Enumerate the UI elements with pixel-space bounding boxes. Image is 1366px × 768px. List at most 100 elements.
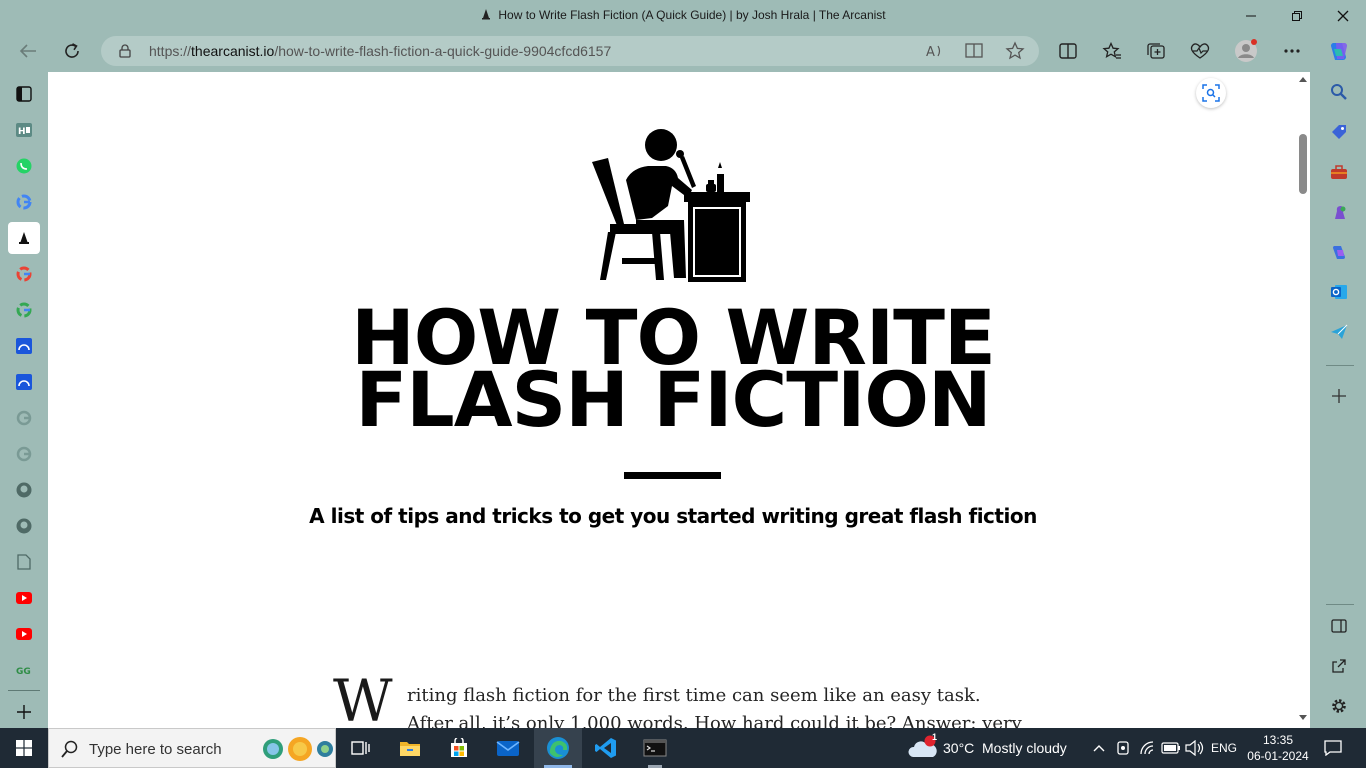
sidebar-outlook-button[interactable] <box>1324 277 1354 307</box>
tab-dashboard-2[interactable] <box>8 366 40 398</box>
tab-document[interactable] <box>8 546 40 578</box>
file-explorer-button[interactable] <box>390 728 430 768</box>
split-screen-button[interactable] <box>1053 36 1083 66</box>
tab-geeksforgeeks[interactable]: GG <box>8 654 40 686</box>
scroll-down-arrow-icon[interactable] <box>1298 714 1308 722</box>
vscode-icon <box>595 738 616 758</box>
sidebar-tools-button[interactable] <box>1324 157 1354 187</box>
notifications-button[interactable] <box>1318 728 1348 768</box>
weather-description: Mostly cloudy <box>982 740 1067 756</box>
clock-button[interactable]: 13:35 06-01-2024 <box>1244 728 1312 768</box>
weather-widget[interactable]: 1 30°C Mostly cloudy <box>908 728 1078 768</box>
vscode-button[interactable] <box>586 728 626 768</box>
network-button[interactable] <box>1138 728 1158 768</box>
star-icon <box>1005 41 1025 60</box>
toolbox-icon <box>1331 165 1347 179</box>
edge-browser-icon <box>547 737 569 759</box>
terminal-icon <box>643 739 667 757</box>
store-icon <box>451 738 467 757</box>
collections-button[interactable] <box>1141 36 1171 66</box>
sidebar-shopping-button[interactable] <box>1324 117 1354 147</box>
minimize-button[interactable] <box>1228 0 1274 32</box>
tab-github-2[interactable] <box>8 510 40 542</box>
copilot-button[interactable] <box>1324 36 1354 66</box>
start-button[interactable] <box>0 728 48 768</box>
google-g-faded-icon <box>16 410 32 426</box>
page-content: HOW TO WRITE FLASH FICTION A list of tip… <box>48 72 1310 728</box>
copilot-small-icon <box>1332 246 1345 259</box>
read-aloud-button[interactable]: A <box>925 42 943 64</box>
youtube-icon <box>16 592 32 604</box>
tab-google-2[interactable] <box>8 258 40 290</box>
tab-google-3[interactable] <box>8 294 40 326</box>
task-view-icon <box>351 741 370 755</box>
vertical-tabs-sidebar: H GG <box>0 74 47 728</box>
clock-time: 13:35 <box>1262 733 1294 747</box>
mail-button[interactable] <box>488 728 528 768</box>
tab-google-4[interactable] <box>8 402 40 434</box>
sidebar-games-button[interactable] <box>1324 197 1354 227</box>
scroll-thumb[interactable] <box>1299 134 1307 194</box>
new-tab-button[interactable] <box>8 696 40 728</box>
dashboard-favicon-icon <box>16 374 32 390</box>
url-text[interactable]: https://thearcanist.io/how-to-write-flas… <box>149 43 611 59</box>
microsoft-store-button[interactable] <box>439 728 479 768</box>
tab-google-5[interactable] <box>8 438 40 470</box>
lock-icon[interactable] <box>119 44 131 58</box>
folder-icon <box>400 742 420 756</box>
tab-whatsapp[interactable] <box>8 150 40 182</box>
wifi-icon <box>1140 741 1154 755</box>
edge-taskbar-button[interactable] <box>534 728 582 768</box>
settings-more-button[interactable] <box>1277 36 1307 66</box>
open-external-button[interactable] <box>1324 651 1354 681</box>
back-button[interactable] <box>13 36 43 66</box>
tab-google-1[interactable] <box>8 186 40 218</box>
taskbar-search-box[interactable]: Type here to search <box>48 728 336 768</box>
scroll-up-arrow-icon[interactable] <box>1298 75 1308 83</box>
sidebar-telegram-button[interactable] <box>1324 317 1354 347</box>
tab-youtube-1[interactable] <box>8 582 40 614</box>
browser-essentials-button[interactable] <box>1185 36 1215 66</box>
tab-youtube-2[interactable] <box>8 618 40 650</box>
document-icon <box>17 554 31 570</box>
window-title-text: How to Write Flash Fiction (A Quick Guid… <box>498 8 886 22</box>
immersive-reader-icon <box>965 43 983 58</box>
show-hidden-icons-button[interactable] <box>1090 728 1108 768</box>
terminal-button[interactable] <box>634 728 676 768</box>
tab-actions-button[interactable] <box>8 78 40 110</box>
hide-sidebar-button[interactable] <box>1324 611 1354 641</box>
favorites-star-icon <box>1102 42 1121 59</box>
profile-button[interactable] <box>1231 36 1261 66</box>
meet-now-button[interactable] <box>1114 728 1132 768</box>
sidebar-add-button[interactable] <box>1324 381 1354 411</box>
favorites-button[interactable] <box>1097 36 1127 66</box>
svg-text:A: A <box>926 45 935 60</box>
address-bar[interactable]: https://thearcanist.io/how-to-write-flas… <box>101 36 1039 66</box>
restore-button[interactable] <box>1274 0 1320 32</box>
visual-search-icon <box>1202 84 1220 102</box>
refresh-button[interactable] <box>57 36 87 66</box>
tab-dashboard-1[interactable] <box>8 330 40 362</box>
sidebar-settings-button[interactable] <box>1324 691 1354 721</box>
sidebar-search-button[interactable] <box>1324 77 1354 107</box>
edge-sidebar <box>1316 74 1366 728</box>
volume-button[interactable] <box>1184 728 1206 768</box>
favorite-button[interactable] <box>1005 41 1025 65</box>
visual-search-button[interactable] <box>1196 78 1226 108</box>
tab-sheets[interactable]: H <box>8 114 40 146</box>
battery-button[interactable] <box>1160 728 1182 768</box>
page-scrollbar[interactable] <box>1296 72 1310 728</box>
weather-badge: 1 <box>932 732 938 742</box>
sidebar-copilot-button[interactable] <box>1324 237 1354 267</box>
input-language-button[interactable]: ENG <box>1206 728 1242 768</box>
tab-actions-icon <box>16 86 32 102</box>
tab-github-1[interactable] <box>8 474 40 506</box>
close-window-button[interactable] <box>1320 0 1366 32</box>
task-view-button[interactable] <box>340 728 380 768</box>
google-g-icon <box>16 266 32 282</box>
window-title: How to Write Flash Fiction (A Quick Guid… <box>0 8 1366 22</box>
google-g-icon <box>16 302 32 318</box>
external-link-icon <box>1332 659 1346 673</box>
tab-arcanist-active[interactable] <box>8 222 40 254</box>
immersive-reader-button[interactable] <box>965 42 985 64</box>
